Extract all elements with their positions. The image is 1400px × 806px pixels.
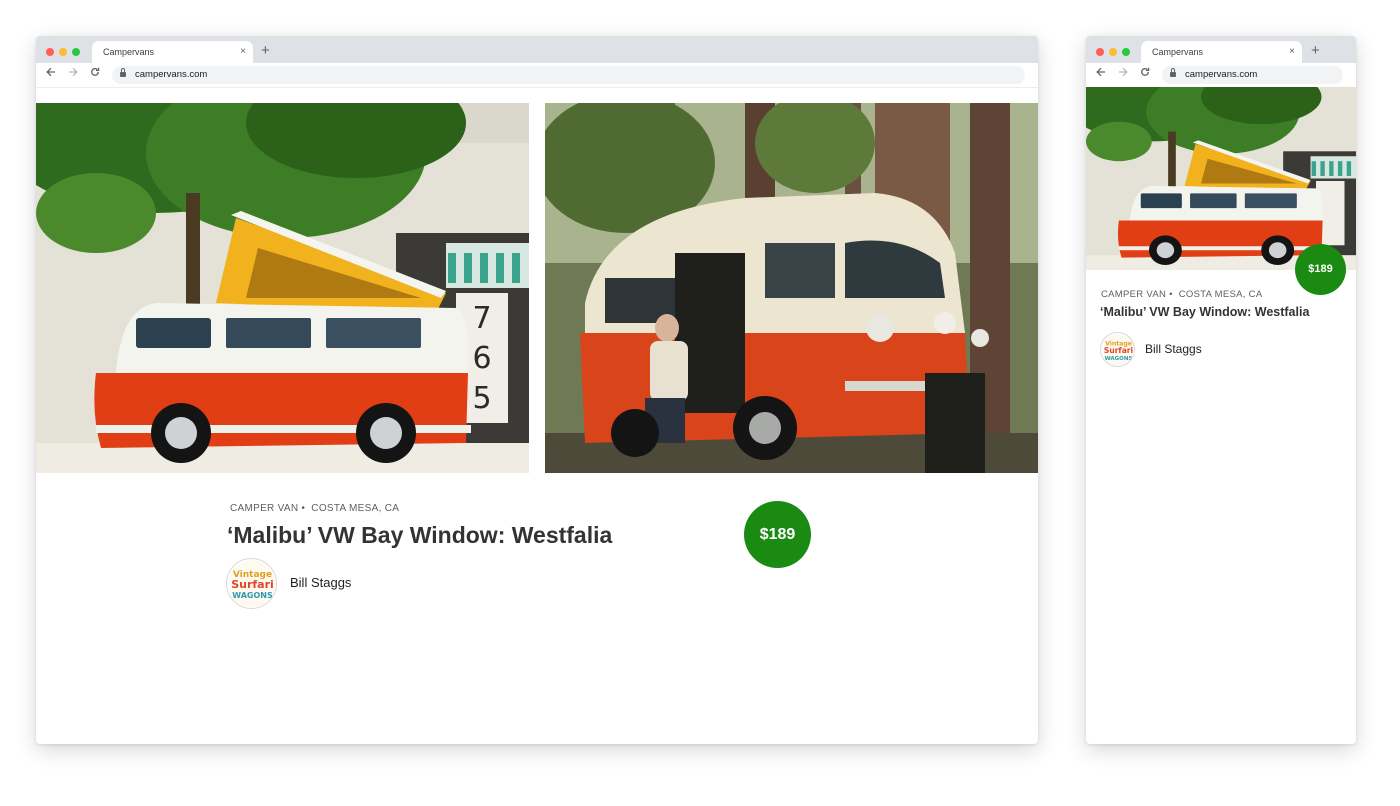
tab-title: Campervans [103, 47, 155, 57]
tab-title: Campervans [1152, 47, 1204, 57]
listing-title[interactable]: ‘Malibu’ VW Bay Window: Westfalia [227, 522, 612, 549]
svg-text:WAGONS: WAGONS [232, 591, 273, 600]
browser-toolbar: campervans.com [1086, 63, 1356, 88]
host-avatar[interactable]: Vintage Surfari WAGONS [226, 558, 277, 609]
price-badge: $189 [744, 501, 811, 568]
listing-category: CAMPER VAN [230, 503, 299, 514]
listing-meta: CAMPER VAN • COSTA MESA, CA [1101, 289, 1262, 300]
svg-text:Surfari: Surfari [1104, 346, 1133, 355]
svg-text:6: 6 [472, 341, 491, 376]
svg-text:Surfari: Surfari [231, 578, 274, 591]
arrow-left-icon[interactable] [44, 66, 58, 82]
listing-location: COSTA MESA, CA [1178, 289, 1263, 300]
svg-text:5: 5 [472, 381, 491, 416]
arrow-right-icon[interactable] [1116, 66, 1130, 82]
svg-text:WAGONS: WAGONS [1105, 356, 1133, 362]
host-avatar[interactable]: Vintage Surfari WAGONS [1100, 332, 1135, 367]
listing-title[interactable]: ‘Malibu’ VW Bay Window: Westfalia [1100, 305, 1309, 319]
meta-separator: • [301, 503, 306, 514]
listing-category: CAMPER VAN [1101, 289, 1167, 300]
maximize-window-button[interactable] [72, 48, 80, 56]
browser-toolbar: campervans.com [36, 63, 1038, 88]
svg-text:7: 7 [472, 301, 491, 336]
url-text: campervans.com [1185, 69, 1258, 80]
lock-icon [1170, 68, 1176, 79]
mobile-browser-window: Campervans × + campervans.com $189 CAMPE… [1086, 36, 1356, 744]
listing-location: COSTA MESA, CA [311, 503, 400, 514]
close-tab-icon[interactable]: × [1289, 41, 1295, 63]
new-tab-button[interactable]: + [1311, 40, 1320, 62]
listing-photo-2[interactable] [545, 103, 1038, 473]
browser-tab[interactable]: Campervans × [92, 41, 253, 63]
close-window-button[interactable] [46, 48, 54, 56]
minimize-window-button[interactable] [59, 48, 67, 56]
meta-separator: • [1169, 289, 1173, 300]
close-window-button[interactable] [1096, 48, 1104, 56]
tab-bar: Campervans × + [36, 36, 1038, 63]
url-text: campervans.com [135, 69, 208, 80]
lock-icon [120, 68, 126, 79]
arrow-right-icon[interactable] [66, 66, 80, 82]
reload-icon[interactable] [1138, 66, 1152, 82]
address-bar[interactable]: campervans.com [112, 66, 1025, 84]
host-name[interactable]: Bill Staggs [290, 575, 351, 590]
desktop-browser-window: Campervans × + campervans.com 7 6 5 CAMP… [36, 36, 1038, 744]
tab-bar: Campervans × + [1086, 36, 1356, 63]
listing-photo-1[interactable] [1086, 87, 1356, 270]
address-bar[interactable]: campervans.com [1162, 66, 1343, 84]
minimize-window-button[interactable] [1109, 48, 1117, 56]
listing-photo-1[interactable]: 7 6 5 [36, 103, 529, 473]
close-tab-icon[interactable]: × [240, 41, 246, 63]
maximize-window-button[interactable] [1122, 48, 1130, 56]
arrow-left-icon[interactable] [1094, 66, 1108, 82]
new-tab-button[interactable]: + [261, 40, 270, 62]
listing-meta: CAMPER VAN • COSTA MESA, CA [230, 503, 399, 514]
reload-icon[interactable] [88, 66, 102, 82]
host-name[interactable]: Bill Staggs [1145, 342, 1202, 356]
browser-tab[interactable]: Campervans × [1141, 41, 1302, 63]
price-badge: $189 [1295, 244, 1346, 295]
